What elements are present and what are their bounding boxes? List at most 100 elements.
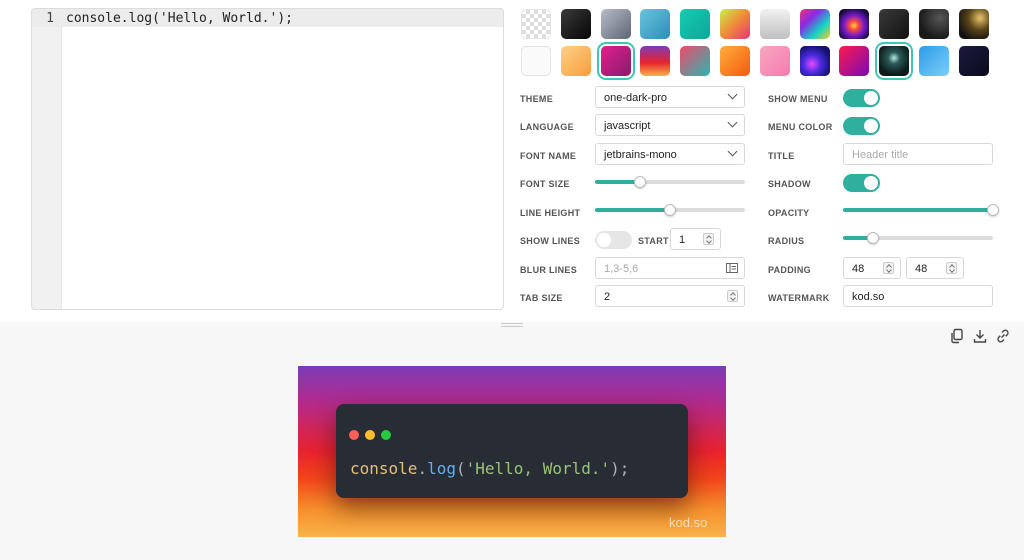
code-token: );: [610, 459, 630, 478]
code-token: 'Hello, World.': [465, 459, 611, 478]
background-swatch-slate[interactable]: [600, 9, 631, 39]
language-value: javascript: [604, 120, 651, 132]
background-swatch-starfield[interactable]: [879, 46, 910, 76]
title-placeholder: Header title: [852, 149, 909, 161]
code-line[interactable]: console.log('Hello, World.');: [66, 11, 293, 26]
watermark-input[interactable]: kod.so: [843, 285, 993, 307]
tab-size-input[interactable]: 2: [595, 285, 745, 307]
blur-lines-placeholder: 1,3-5,6: [604, 263, 639, 275]
theme-label: THEME: [520, 94, 553, 104]
background-swatch-magenta[interactable]: [600, 46, 631, 76]
background-swatch-sunset[interactable]: [640, 46, 671, 76]
line-number: 1: [46, 11, 54, 26]
background-swatch-lime-pink[interactable]: [720, 9, 750, 39]
background-swatch-teal[interactable]: [680, 9, 711, 39]
radius-slider[interactable]: [843, 232, 993, 244]
show-menu-label: SHOW MENU: [768, 94, 828, 104]
language-label: LANGUAGE: [520, 122, 574, 132]
tab-size-value: 2: [604, 291, 611, 303]
slider-thumb[interactable]: [867, 232, 879, 244]
font-name-label: FONT NAME: [520, 151, 577, 161]
menu-color-label: MENU COLOR: [768, 122, 833, 132]
toggle-knob: [597, 233, 611, 247]
background-swatch-coral-teal[interactable]: [680, 46, 711, 76]
background-swatch-midnight[interactable]: [958, 46, 989, 76]
window-close-dot: [349, 430, 359, 440]
preview-watermark: kod.so: [669, 515, 708, 530]
settings-panel: 1 console.log('Hello, World.'); THEME on…: [0, 0, 1024, 322]
chevron-down-icon: [727, 146, 738, 157]
background-swatch-sky-blue[interactable]: [919, 46, 949, 76]
stepper-icon[interactable]: [883, 262, 894, 274]
background-swatch-transparent[interactable]: [521, 9, 551, 39]
code-token: log: [427, 459, 456, 478]
chevron-down-icon: [727, 117, 738, 128]
tab-size-label: TAB SIZE: [520, 293, 563, 303]
watermark-label: WATERMARK: [768, 293, 830, 303]
font-name-value: jetbrains-mono: [604, 149, 677, 161]
menu-color-toggle[interactable]: [843, 117, 880, 135]
show-menu-toggle[interactable]: [843, 89, 880, 107]
show-lines-toggle[interactable]: [595, 231, 632, 249]
background-swatch-peach[interactable]: [560, 46, 591, 76]
table-icon: [726, 263, 738, 273]
title-input[interactable]: Header title: [843, 143, 993, 165]
stepper-icon[interactable]: [703, 233, 714, 245]
padding-y-input[interactable]: 48: [906, 257, 964, 279]
background-swatch-golden-night[interactable]: [958, 9, 989, 39]
show-lines-label: SHOW LINES: [520, 236, 581, 246]
download-icon[interactable]: [972, 328, 988, 344]
slider-thumb[interactable]: [664, 204, 676, 216]
font-name-select[interactable]: jetbrains-mono: [595, 143, 745, 165]
padding-x-value: 48: [852, 263, 865, 275]
stepper-icon[interactable]: [946, 262, 957, 274]
code-token: .: [417, 459, 428, 478]
theme-select[interactable]: one-dark-pro: [595, 86, 745, 108]
background-swatch-orange[interactable]: [720, 46, 750, 76]
line-height-label: LINE HEIGHT: [520, 208, 581, 218]
background-swatch-crimson-violet[interactable]: [839, 46, 870, 76]
background-swatch-dark-gray[interactable]: [879, 9, 910, 39]
language-select[interactable]: javascript: [595, 114, 745, 136]
font-size-slider[interactable]: [595, 176, 745, 188]
title-label: TITLE: [768, 151, 795, 161]
chevron-down-icon: [727, 89, 738, 100]
background-swatch-black[interactable]: [560, 9, 591, 39]
background-swatch-graphite[interactable]: [919, 9, 949, 39]
background-swatch-white[interactable]: [521, 46, 551, 76]
padding-y-value: 48: [915, 263, 928, 275]
blur-lines-label: BLUR LINES: [520, 265, 577, 275]
radius-label: RADIUS: [768, 236, 805, 246]
toggle-knob: [864, 119, 878, 133]
line-height-slider[interactable]: [595, 204, 745, 216]
window-minimize-dot: [365, 430, 375, 440]
opacity-slider[interactable]: [843, 204, 999, 216]
resize-handle[interactable]: [501, 322, 523, 327]
shadow-toggle[interactable]: [843, 174, 880, 192]
padding-x-input[interactable]: 48: [843, 257, 901, 279]
slider-fill: [843, 208, 993, 212]
link-icon[interactable]: [995, 328, 1011, 344]
start-label: START: [638, 236, 669, 246]
background-swatch-rainbow[interactable]: [799, 9, 830, 39]
background-swatch-ocean-blue[interactable]: [640, 9, 671, 39]
shadow-label: SHADOW: [768, 179, 811, 189]
background-swatch-pink-peach[interactable]: [759, 46, 790, 76]
theme-value: one-dark-pro: [604, 92, 667, 104]
slider-thumb[interactable]: [987, 204, 999, 216]
start-line-value: 1: [679, 234, 686, 246]
blur-lines-input[interactable]: 1,3-5,6: [595, 257, 745, 279]
preview-code: console.log('Hello, World.');: [350, 459, 629, 478]
background-swatch-neon-burst[interactable]: [839, 9, 870, 39]
editor-gutter: [32, 9, 62, 309]
window-maximize-dot: [381, 430, 391, 440]
code-editor[interactable]: 1 console.log('Hello, World.');: [31, 8, 504, 310]
toggle-knob: [864, 91, 878, 105]
stepper-icon[interactable]: [727, 290, 738, 302]
background-swatch-aurora[interactable]: [799, 46, 830, 76]
start-line-input[interactable]: 1: [670, 228, 721, 250]
copy-icon[interactable]: [949, 328, 965, 344]
opacity-label: OPACITY: [768, 208, 810, 218]
slider-thumb[interactable]: [634, 176, 646, 188]
background-swatch-silver[interactable]: [759, 9, 790, 39]
